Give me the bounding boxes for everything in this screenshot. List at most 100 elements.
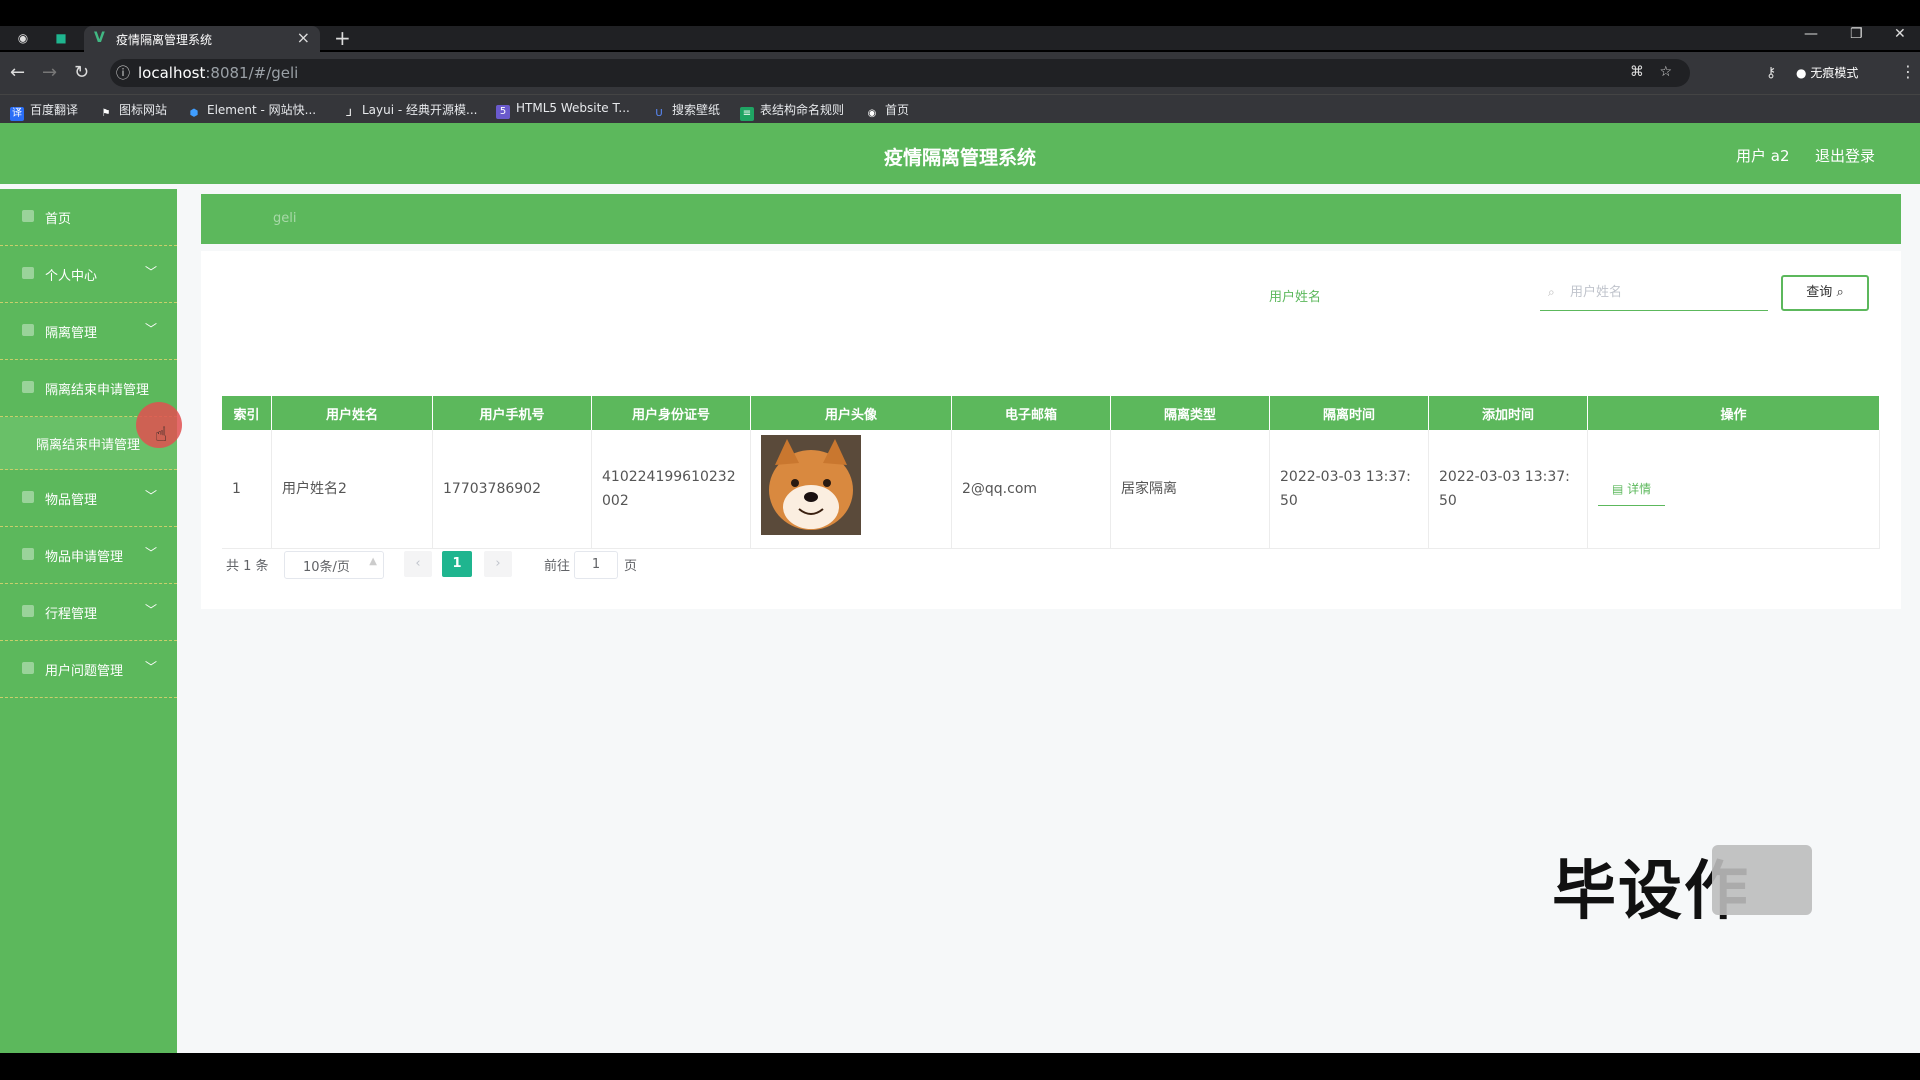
globe-icon: ◉	[867, 108, 877, 119]
tab-title: 疫情隔离管理系统	[116, 33, 213, 47]
key-icon[interactable]: ⚷	[1766, 65, 1776, 81]
detail-button[interactable]: ▤ 详情	[1598, 473, 1666, 506]
sheet-icon: ≡	[740, 107, 754, 121]
sidebar-item-label: 用户问题管理	[45, 664, 124, 679]
pinned-tab-icon[interactable]: ■	[54, 31, 68, 45]
cell-phone: 17703786902	[432, 430, 592, 549]
cell-isolation-type: 居家隔离	[1110, 430, 1270, 549]
total-count: 共 1 条	[226, 559, 269, 574]
browser-menu-kebab-icon[interactable]: ⋮	[1900, 62, 1916, 81]
reload-icon[interactable]: ↻	[74, 62, 89, 83]
incognito-indicator[interactable]: ● 无痕模式	[1796, 64, 1858, 81]
close-tab-icon[interactable]: ×	[297, 28, 310, 47]
restore-icon[interactable]: ❐	[1850, 26, 1863, 42]
flag-icon: ⚑	[101, 108, 111, 119]
hand-cursor-icon: ☝	[155, 422, 168, 446]
bookmark-label: Element - 网站快...	[207, 103, 317, 117]
sidebar-item-label: 物品申请管理	[45, 550, 124, 565]
cell-actions: ▤ 详情	[1587, 430, 1880, 549]
bookmark-item[interactable]: 译百度翻译	[10, 101, 78, 121]
screen-top-border	[0, 0, 1920, 26]
column-header: 添加时间	[1428, 396, 1588, 430]
page-size-select[interactable]: 10条/页 ▲	[284, 551, 384, 579]
bookmark-label: 搜索壁纸	[672, 103, 721, 117]
search-field[interactable]: ⌕	[1540, 278, 1768, 311]
bookmark-item[interactable]: ⅃ Layui - 经典开源模...	[342, 101, 477, 121]
bookmark-label: 图标网站	[119, 103, 168, 117]
element-icon: ⬢	[189, 108, 199, 119]
bookmark-star-icon[interactable]: ☆	[1659, 64, 1672, 80]
search-input[interactable]	[1568, 284, 1762, 301]
sidebar-item-label: 隔离管理	[45, 326, 98, 341]
sidebar-item-label: 物品管理	[45, 493, 98, 508]
data-table: 索引 用户姓名 用户手机号 用户身份证号 用户头像 电子邮箱 隔离类型 隔离时间…	[222, 396, 1880, 549]
current-page-button[interactable]: 1	[442, 551, 472, 577]
sidebar-item-itinerary[interactable]: 行程管理 ﹀	[0, 584, 177, 641]
home-icon	[22, 210, 34, 222]
search-label: 用户姓名	[1269, 290, 1322, 305]
minimize-icon[interactable]: —	[1804, 26, 1818, 42]
close-window-icon[interactable]: ✕	[1894, 26, 1906, 42]
bookmark-item[interactable]: ⚑ 图标网站	[99, 101, 168, 121]
sidebar-item-label: 首页	[45, 212, 72, 227]
chevron-down-icon: ﹀	[144, 660, 157, 674]
breadcrumb: geli	[201, 194, 1901, 244]
url-path: :8081/#/geli	[205, 64, 299, 82]
bookmarks-bar: 译百度翻译 ⚑ 图标网站 ⬢ Element - 网站快... ⅃ Layui - 经…	[0, 94, 1920, 123]
sidebar-item-label: 个人中心	[45, 269, 98, 284]
current-user: 用户 a2	[1736, 147, 1790, 165]
column-header: 隔离类型	[1110, 396, 1270, 430]
bookmark-item[interactable]: ⬢ Element - 网站快...	[187, 101, 316, 121]
column-header: 操作	[1587, 396, 1880, 430]
browser-tab[interactable]: V 疫情隔离管理系统 ×	[84, 26, 320, 52]
cell-name: 用户姓名2	[271, 430, 433, 549]
table-row: 1 用户姓名2 17703786902 410224199610232002 2…	[222, 430, 1880, 549]
html5-icon: 5	[496, 105, 510, 119]
cell-email: 2@qq.com	[951, 430, 1111, 549]
bookmark-item[interactable]: 5 HTML5 Website T...	[496, 101, 630, 119]
bookmark-label: Layui - 经典开源模...	[362, 103, 478, 117]
menu-icon	[22, 491, 34, 503]
blur-patch	[1712, 845, 1812, 915]
goto-prefix: 前往	[544, 559, 571, 574]
sidebar-item-goods[interactable]: 物品管理 ﹀	[0, 470, 177, 527]
column-header: 隔离时间	[1269, 396, 1429, 430]
chevron-down-icon: ﹀	[144, 265, 157, 279]
translate-page-icon[interactable]: ⌘	[1630, 64, 1644, 80]
translate-icon: 译	[10, 107, 24, 121]
column-header: 用户姓名	[271, 396, 433, 430]
sidebar-item-isolation[interactable]: 隔离管理 ﹀	[0, 303, 177, 360]
chevron-up-icon: ▲	[369, 556, 377, 567]
sidebar-item-goods-request[interactable]: 物品申请管理 ﹀	[0, 527, 177, 584]
back-icon[interactable]: ←	[10, 62, 25, 83]
user-avatar	[761, 435, 861, 535]
chevron-down-icon: ﹀	[144, 603, 157, 617]
incognito-icon: ●	[1796, 66, 1807, 80]
chevron-down-icon: ﹀	[144, 546, 157, 560]
wallpaper-icon: U	[655, 108, 663, 119]
goto-suffix: 页	[624, 559, 638, 574]
app-title: 疫情隔离管理系统	[883, 147, 1036, 169]
sidebar-item-home[interactable]: 首页	[0, 189, 177, 246]
bookmark-item[interactable]: U 搜索壁纸	[652, 101, 720, 121]
bookmark-item[interactable]: ≡ 表结构命名规则	[740, 101, 844, 121]
next-page-button[interactable]: ›	[484, 551, 512, 577]
bookmark-label: 表结构命名规则	[760, 103, 845, 117]
site-info-icon[interactable]: ⓘ	[116, 63, 130, 83]
new-tab-icon[interactable]: +	[334, 26, 351, 50]
cell-added-time: 2022-03-03 13:37:50	[1428, 430, 1588, 549]
logout-button[interactable]: 退出登录	[1815, 145, 1875, 166]
column-header: 用户身份证号	[591, 396, 751, 430]
sidebar-item-profile[interactable]: 个人中心 ﹀	[0, 246, 177, 303]
browser-menu-icon[interactable]: ◉	[16, 31, 30, 45]
chevron-down-icon: ﹀	[144, 489, 157, 503]
incognito-label: 无痕模式	[1810, 66, 1859, 80]
menu-icon	[22, 548, 34, 560]
sidebar-item-user-questions[interactable]: 用户问题管理 ﹀	[0, 641, 177, 698]
goto-page-input[interactable]: 1	[574, 551, 618, 579]
forward-icon[interactable]: →	[42, 62, 57, 83]
bookmark-item[interactable]: ◉ 首页	[865, 101, 909, 121]
search-button[interactable]: 查询 ⌕	[1781, 275, 1869, 311]
prev-page-button[interactable]: ‹	[404, 551, 432, 577]
url-field[interactable]: ⓘ localhost:8081/#/geli ⌘ ☆	[110, 59, 1690, 87]
